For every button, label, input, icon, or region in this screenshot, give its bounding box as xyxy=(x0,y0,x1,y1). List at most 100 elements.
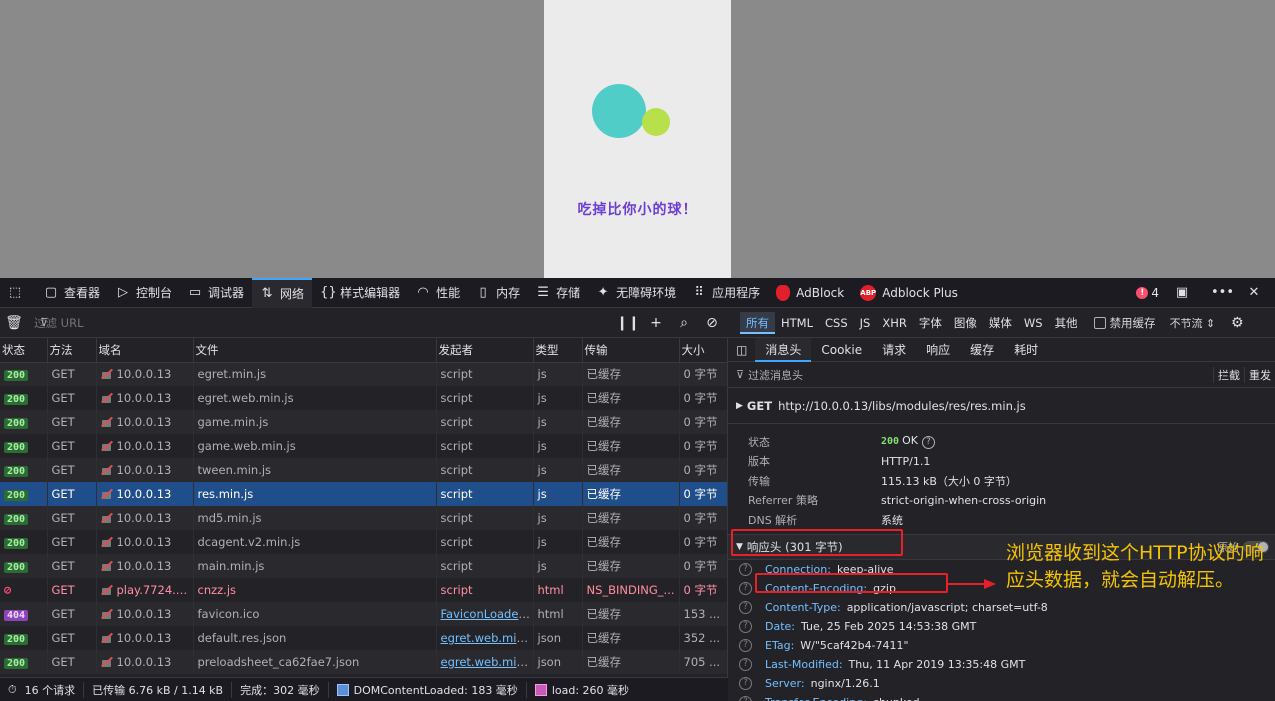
cell-domain: 10.0.0.13 xyxy=(96,506,194,530)
cell-status: 200 xyxy=(0,458,48,482)
column-file[interactable]: 文件 xyxy=(193,338,437,363)
type-tab-xhr[interactable]: XHR xyxy=(876,312,913,334)
table-row[interactable]: 200 GET 10.0.0.13 egret.web.min.js script js 已… xyxy=(0,386,727,410)
help-icon[interactable]: ? xyxy=(739,562,752,576)
block-button[interactable]: 拦截 xyxy=(1213,366,1244,383)
initiator-text[interactable]: egret.web.min.... xyxy=(441,655,533,669)
help-icon[interactable]: ? xyxy=(739,619,752,633)
column-initiator[interactable]: 发起者 xyxy=(436,338,534,363)
type-tab-html[interactable]: HTML xyxy=(775,312,819,334)
table-row[interactable]: 200 GET 10.0.0.13 dcagent.v2.min.js script js… xyxy=(0,530,727,554)
tab-timings[interactable]: 耗时 xyxy=(1004,338,1048,362)
help-icon[interactable]: ? xyxy=(739,695,752,701)
tab-cookie[interactable]: Cookie xyxy=(811,338,872,362)
type-tab-js[interactable]: JS xyxy=(854,312,877,334)
error-count-button[interactable]: ! 4 xyxy=(1128,278,1167,308)
request-line[interactable]: ▶ GET http://10.0.0.13/libs/modules/res/… xyxy=(728,388,1275,424)
help-icon[interactable]: ? xyxy=(739,600,752,614)
help-icon[interactable]: ? xyxy=(739,657,752,671)
column-type[interactable]: 类型 xyxy=(533,338,583,363)
tab-application[interactable]: ⠿ 应用程序 xyxy=(684,278,768,308)
table-row[interactable]: 200 GET 10.0.0.13 game.min.js script js 已缓存 0 字… xyxy=(0,410,727,434)
table-row[interactable]: 200 GET 10.0.0.13 preloadsheet_ca62fae7.jso… xyxy=(0,650,727,674)
type-tab-images[interactable]: 图像 xyxy=(948,312,983,334)
pick-element-icon: ⬚ xyxy=(8,284,22,300)
table-row[interactable]: 200 GET 10.0.0.13 tween.min.js script js 已缓存 0 … xyxy=(0,458,727,482)
response-header-row[interactable]: ? Transfer-Encoding: chunked xyxy=(728,693,1275,701)
filter-url-input[interactable] xyxy=(34,311,614,334)
trash-icon[interactable]: 🗑 xyxy=(0,315,28,331)
cell-initiator[interactable]: egret.web.min.... xyxy=(436,626,534,650)
headers-filter[interactable]: ⊽ 过滤消息头 拦截 重发 xyxy=(728,362,1275,388)
tab-response[interactable]: 响应 xyxy=(916,338,960,362)
pick-element-button[interactable]: ⬚ xyxy=(0,278,36,308)
response-header-row[interactable]: ? Date: Tue, 25 Feb 2025 14:53:38 GMT xyxy=(728,617,1275,636)
tab-adblock[interactable]: AdBlock xyxy=(768,278,852,308)
help-icon[interactable]: ? xyxy=(921,436,935,450)
tab-network[interactable]: ⇅ 网络 xyxy=(252,277,313,308)
table-row[interactable]: 200 GET 10.0.0.13 default.res.json egret.web… xyxy=(0,626,727,650)
cell-initiator[interactable]: egret.web.min.... xyxy=(436,650,534,674)
cell-type: html xyxy=(533,602,583,626)
initiator-text[interactable]: egret.web.min.... xyxy=(441,631,533,645)
help-icon[interactable]: ? xyxy=(739,676,752,690)
tab-memory[interactable]: ▯ 内存 xyxy=(468,278,528,308)
type-tab-media[interactable]: 媒体 xyxy=(983,312,1018,334)
tab-style-editor[interactable]: {} 样式编辑器 xyxy=(312,278,408,308)
game-canvas[interactable]: 吃掉比你小的球！ xyxy=(544,0,731,278)
close-devtools-button[interactable]: ✕ xyxy=(1239,278,1275,308)
more-button[interactable]: ••• xyxy=(1203,278,1239,308)
dock-button[interactable]: ▣ xyxy=(1167,278,1203,308)
toggle-sidebar-icon[interactable]: ◫ xyxy=(728,343,755,357)
block-icon[interactable]: ⊘ xyxy=(698,315,726,331)
tab-accessibility[interactable]: ✦ 无障碍环境 xyxy=(588,278,684,308)
player-ball xyxy=(592,84,646,138)
type-tab-all[interactable]: 所有 xyxy=(740,311,775,334)
search-icon[interactable]: ⌕ xyxy=(670,315,698,331)
tab-performance[interactable]: ◠ 性能 xyxy=(408,278,468,308)
table-row[interactable]: 200 GET 10.0.0.13 main.min.js script js 已缓存 0 字… xyxy=(0,554,727,578)
tab-request[interactable]: 请求 xyxy=(872,338,916,362)
tab-storage[interactable]: ☰ 存储 xyxy=(528,278,588,308)
initiator-text[interactable]: FaviconLoader.... xyxy=(441,607,533,621)
performance-icon: ◠ xyxy=(417,284,429,300)
column-status[interactable]: 状态 xyxy=(0,338,48,363)
cell-domain: 10.0.0.13 xyxy=(96,482,194,506)
disable-cache-checkbox[interactable]: 禁用缓存 xyxy=(1093,315,1156,331)
type-tab-other[interactable]: 其他 xyxy=(1049,312,1084,334)
column-domain[interactable]: 域名 xyxy=(96,338,194,363)
type-tab-fonts[interactable]: 字体 xyxy=(913,312,948,334)
type-tab-ws[interactable]: WS xyxy=(1018,312,1049,334)
table-row[interactable]: 200 GET 10.0.0.13 egret.min.js script js 已缓存 0 … xyxy=(0,362,727,386)
add-icon[interactable]: + xyxy=(642,315,670,331)
cell-size: 0 字节 xyxy=(679,434,727,458)
help-icon[interactable]: ? xyxy=(739,581,752,595)
tab-inspector[interactable]: ▢ 查看器 xyxy=(36,278,108,308)
column-transfer[interactable]: 传输 xyxy=(582,338,680,363)
resend-button[interactable]: 重发 xyxy=(1244,366,1275,383)
table-row[interactable]: 200 GET 10.0.0.13 game.web.min.js script js 已缓… xyxy=(0,434,727,458)
request-table: 状态 方法 域名 文件 发起者 类型 传输 大小 200 GET 10.0.0.13… xyxy=(0,338,728,677)
column-method[interactable]: 方法 xyxy=(47,338,97,363)
pause-icon[interactable]: ❙❙ xyxy=(614,315,642,331)
settings-gear-icon[interactable]: ⚙ xyxy=(1223,315,1251,331)
table-row[interactable]: 404 GET 10.0.0.13 favicon.ico FaviconLoader.… xyxy=(0,602,727,626)
table-row[interactable]: 200 GET 10.0.0.13 res.min.js script js 已缓存 0 字节 xyxy=(0,482,727,506)
response-header-row[interactable]: ? ETag: W/"5caf42b4-7411" xyxy=(728,636,1275,655)
throttle-select[interactable]: 不节流 ⇕ xyxy=(1170,315,1216,331)
tab-adblock-plus[interactable]: ABP Adblock Plus xyxy=(852,278,966,308)
tab-debugger[interactable]: ▭ 调试器 xyxy=(180,278,252,308)
response-header-row[interactable]: ? Content-Type: application/javascript; ch… xyxy=(728,598,1275,617)
tab-console[interactable]: ▷ 控制台 xyxy=(108,278,180,308)
table-row[interactable]: ⊘ GET play.7724.c... cnzz.js script html NS_BI… xyxy=(0,578,727,602)
adblock-plus-icon: ABP xyxy=(860,284,877,301)
response-header-row[interactable]: ? Server: nginx/1.26.1 xyxy=(728,674,1275,693)
tab-cache[interactable]: 缓存 xyxy=(960,338,1004,362)
help-icon[interactable]: ? xyxy=(739,638,752,652)
tab-headers[interactable]: 消息头 xyxy=(755,338,812,362)
response-header-row[interactable]: ? Last-Modified: Thu, 11 Apr 2019 13:35:48… xyxy=(728,655,1275,674)
cell-initiator[interactable]: FaviconLoader.... xyxy=(436,602,534,626)
type-tab-css[interactable]: CSS xyxy=(819,312,854,334)
table-row[interactable]: 200 GET 10.0.0.13 md5.min.js script js 已缓存 0 字节 xyxy=(0,506,727,530)
column-size[interactable]: 大小 xyxy=(679,338,727,363)
